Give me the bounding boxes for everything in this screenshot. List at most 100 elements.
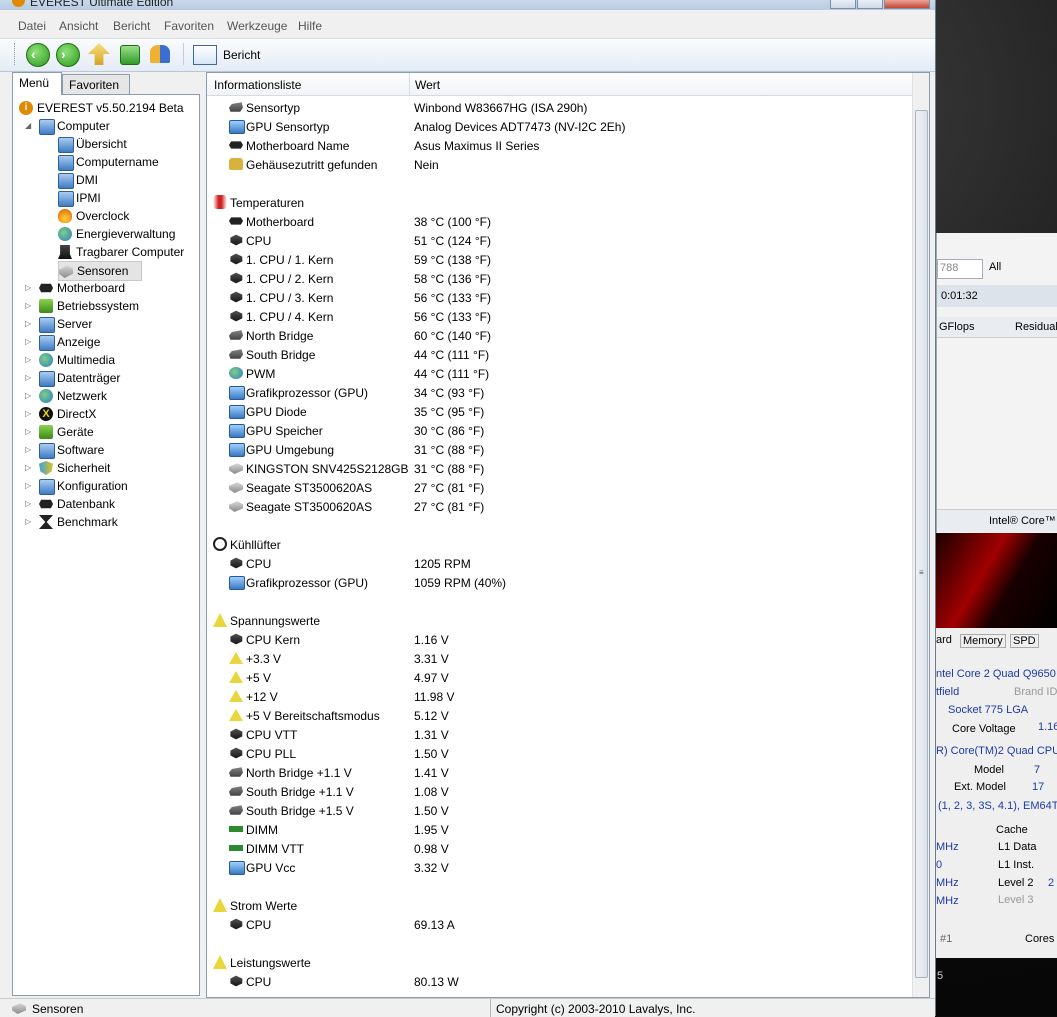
config-icon bbox=[39, 479, 55, 495]
up-button[interactable] bbox=[88, 43, 110, 65]
close-button[interactable] bbox=[884, 0, 930, 9]
background-text: Level 2 bbox=[998, 877, 1034, 889]
forward-button[interactable]: › bbox=[56, 43, 80, 67]
section-title: Strom Werte bbox=[230, 899, 298, 913]
expand-icon[interactable]: ▷ bbox=[25, 463, 33, 472]
directx-icon: X bbox=[39, 407, 53, 421]
list-row[interactable]: Motherboard 38 °C (100 °F) bbox=[207, 212, 912, 231]
list-row[interactable]: DIMM 1.95 V bbox=[207, 820, 912, 839]
list-row[interactable]: CPU 51 °C (124 °F) bbox=[207, 231, 912, 250]
expand-icon[interactable]: ▷ bbox=[25, 391, 33, 400]
expand-icon[interactable]: ▷ bbox=[25, 409, 33, 418]
column-separator[interactable] bbox=[409, 73, 410, 95]
background-text: MHz bbox=[936, 895, 959, 907]
list-row[interactable]: North Bridge +1.1 V 1.41 V bbox=[207, 763, 912, 782]
list-row[interactable]: 1. CPU / 2. Kern 58 °C (136 °F) bbox=[207, 269, 912, 288]
list-row[interactable]: CPU 80.13 W bbox=[207, 972, 912, 991]
list-section-header[interactable]: Temperaturen bbox=[207, 193, 912, 212]
collapse-icon[interactable]: ◢ bbox=[25, 121, 33, 130]
back-button[interactable]: ‹ bbox=[26, 43, 50, 67]
expand-icon[interactable]: ▷ bbox=[25, 301, 33, 310]
list-row[interactable]: CPU 69.13 A bbox=[207, 915, 912, 934]
list-row[interactable]: CPU 1205 RPM bbox=[207, 554, 912, 573]
list-row[interactable]: North Bridge 60 °C (140 °F) bbox=[207, 326, 912, 345]
tree-item-sensoren[interactable]: Sensoren bbox=[58, 261, 142, 281]
list-row[interactable]: GPU Diode 35 °C (95 °F) bbox=[207, 402, 912, 421]
navigation-tree[interactable]: i EVEREST v5.50.2194 Beta ◢ Computer Übersic… bbox=[12, 94, 200, 996]
list-section-header[interactable]: Spannungswerte bbox=[207, 611, 912, 630]
list-row[interactable]: Grafikprozessor (GPU) 1059 RPM (40%) bbox=[207, 573, 912, 592]
expand-icon[interactable]: ▷ bbox=[25, 283, 33, 292]
chip-icon bbox=[229, 141, 243, 149]
menu-ansicht[interactable]: Ansicht bbox=[59, 19, 98, 33]
expand-icon[interactable]: ▷ bbox=[25, 517, 33, 526]
expand-icon[interactable]: ▷ bbox=[25, 355, 33, 364]
computer-icon bbox=[58, 191, 74, 207]
list-row[interactable]: Motherboard Name Asus Maximus II Series bbox=[207, 136, 912, 155]
column-header-value[interactable]: Wert bbox=[415, 78, 440, 92]
list-row[interactable]: GPU Speicher 30 °C (86 °F) bbox=[207, 421, 912, 440]
list-section-header[interactable]: Leistungswerte bbox=[207, 953, 912, 972]
row-value: 1.50 V bbox=[414, 747, 449, 761]
list-row[interactable]: 1. CPU / 1. Kern 59 °C (138 °F) bbox=[207, 250, 912, 269]
expand-icon[interactable]: ▷ bbox=[25, 373, 33, 382]
list-row[interactable]: 1. CPU / 3. Kern 56 °C (133 °F) bbox=[207, 288, 912, 307]
expand-icon[interactable]: ▷ bbox=[25, 445, 33, 454]
list-row[interactable]: South Bridge +1.1 V 1.08 V bbox=[207, 782, 912, 801]
list-row[interactable]: CPU PLL 1.50 V bbox=[207, 744, 912, 763]
background-tab[interactable]: SPD bbox=[1010, 634, 1039, 648]
list-row[interactable]: +5 V 4.97 V bbox=[207, 668, 912, 687]
list-section-header[interactable]: Strom Werte bbox=[207, 896, 912, 915]
row-label: GPU Diode bbox=[246, 405, 307, 419]
tab-favorites[interactable]: Favoriten bbox=[62, 74, 130, 94]
menu-bericht[interactable]: Bericht bbox=[113, 19, 150, 33]
chip-icon bbox=[229, 786, 243, 796]
list-row[interactable]: South Bridge 44 °C (111 °F) bbox=[207, 345, 912, 364]
tab-menu[interactable]: Menü bbox=[12, 72, 62, 95]
list-row[interactable]: 1. CPU / 4. Kern 56 °C (133 °F) bbox=[207, 307, 912, 326]
tree-item-label: IPMI bbox=[76, 191, 101, 205]
list-row[interactable]: CPU VTT 1.31 V bbox=[207, 725, 912, 744]
section-title: Temperaturen bbox=[230, 196, 305, 210]
row-label: Grafikprozessor (GPU) bbox=[246, 386, 369, 400]
toolbar: ‹ › Bericht bbox=[0, 38, 935, 72]
maximize-button[interactable] bbox=[857, 0, 883, 9]
list-row[interactable]: Seagate ST3500620AS 27 °C (81 °F) bbox=[207, 478, 912, 497]
list-row[interactable]: GPU Vcc 3.32 V bbox=[207, 858, 912, 877]
title-bar[interactable]: EVEREST Ultimate Edition bbox=[0, 0, 935, 10]
list-row[interactable]: KINGSTON SNV425S2128GB 31 °C (88 °F) bbox=[207, 459, 912, 478]
expand-icon[interactable]: ▷ bbox=[25, 499, 33, 508]
list-row[interactable]: Grafikprozessor (GPU) 34 °C (93 °F) bbox=[207, 383, 912, 402]
menu-werkzeuge[interactable]: Werkzeuge bbox=[227, 19, 287, 33]
list-row[interactable]: PWM 44 °C (111 °F) bbox=[207, 364, 912, 383]
expand-icon[interactable]: ▷ bbox=[25, 337, 33, 346]
refresh-button[interactable] bbox=[120, 45, 140, 65]
scrollbar-thumb[interactable]: ≡ bbox=[915, 110, 928, 978]
list-row[interactable]: +12 V 11.98 V bbox=[207, 687, 912, 706]
background-text: 17 bbox=[1032, 781, 1045, 793]
expand-icon[interactable]: ▷ bbox=[25, 427, 33, 436]
list-row[interactable]: Sensortyp Winbond W83667HG (ISA 290h) bbox=[207, 98, 912, 117]
list-row[interactable]: Seagate ST3500620AS 27 °C (81 °F) bbox=[207, 497, 912, 516]
expand-icon[interactable]: ▷ bbox=[25, 481, 33, 490]
column-header-name[interactable]: Informationsliste bbox=[214, 78, 301, 92]
users-button[interactable] bbox=[150, 43, 172, 65]
background-tab[interactable]: Memory bbox=[960, 634, 1006, 648]
list-row[interactable]: GPU Umgebung 31 °C (88 °F) bbox=[207, 440, 912, 459]
list-section-header[interactable]: Kühllüfter bbox=[207, 535, 912, 554]
list-row[interactable]: CPU Kern 1.16 V bbox=[207, 630, 912, 649]
list-row[interactable]: Gehäusezutritt gefunden Nein bbox=[207, 155, 912, 174]
list-row[interactable]: DIMM VTT 0.98 V bbox=[207, 839, 912, 858]
background-text: 788 bbox=[940, 262, 959, 274]
menu-datei[interactable]: Datei bbox=[18, 19, 46, 33]
expand-icon[interactable]: ▷ bbox=[25, 319, 33, 328]
list-row[interactable]: GPU Sensortyp Analog Devices ADT7473 (NV-… bbox=[207, 117, 912, 136]
background-dropdown[interactable]: 788 bbox=[937, 259, 983, 279]
list-row[interactable]: +3.3 V 3.31 V bbox=[207, 649, 912, 668]
list-row[interactable]: +5 V Bereitschaftsmodus 5.12 V bbox=[207, 706, 912, 725]
vertical-scrollbar[interactable]: ≡ bbox=[912, 73, 929, 997]
list-row[interactable]: South Bridge +1.5 V 1.50 V bbox=[207, 801, 912, 820]
minimize-button[interactable] bbox=[830, 0, 856, 9]
menu-favoriten[interactable]: Favoriten bbox=[164, 19, 214, 33]
menu-hilfe[interactable]: Hilfe bbox=[298, 19, 322, 33]
